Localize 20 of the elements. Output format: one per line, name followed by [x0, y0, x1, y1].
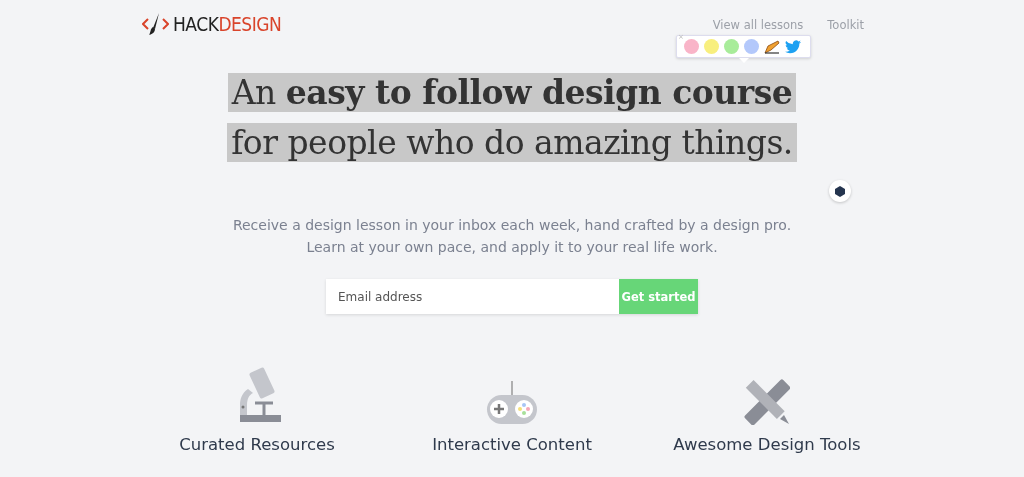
subtitle-line: Receive a design lesson in your inbox each week, hand crafted by a design pro.: [232, 216, 792, 235]
get-started-button[interactable]: Get started: [619, 279, 698, 314]
email-field[interactable]: Email address: [326, 279, 619, 314]
feature-title: Awesome Design Tools: [673, 435, 861, 454]
hexagon-icon: [835, 185, 845, 197]
extension-badge[interactable]: [829, 180, 851, 202]
color-swatch[interactable]: [704, 39, 719, 54]
bird-icon[interactable]: [785, 39, 801, 54]
pencil-icon[interactable]: [764, 39, 780, 54]
nav-link[interactable]: Toolkit: [827, 18, 864, 32]
gamepad-icon: [486, 381, 538, 425]
color-swatch[interactable]: [744, 39, 759, 54]
nav-link[interactable]: View all lessons: [712, 18, 804, 32]
feature-title: Curated Resources: [179, 435, 335, 454]
feature-title: Interactive Content: [432, 435, 592, 454]
color-swatch[interactable]: [724, 39, 739, 54]
color-swatch[interactable]: [684, 39, 699, 54]
logo-icon: [142, 12, 169, 36]
subtitle-line: Learn at your own pace, and apply it to your real life work.: [306, 238, 718, 257]
logo-text[interactable]: HACKDESIGN: [173, 13, 282, 35]
